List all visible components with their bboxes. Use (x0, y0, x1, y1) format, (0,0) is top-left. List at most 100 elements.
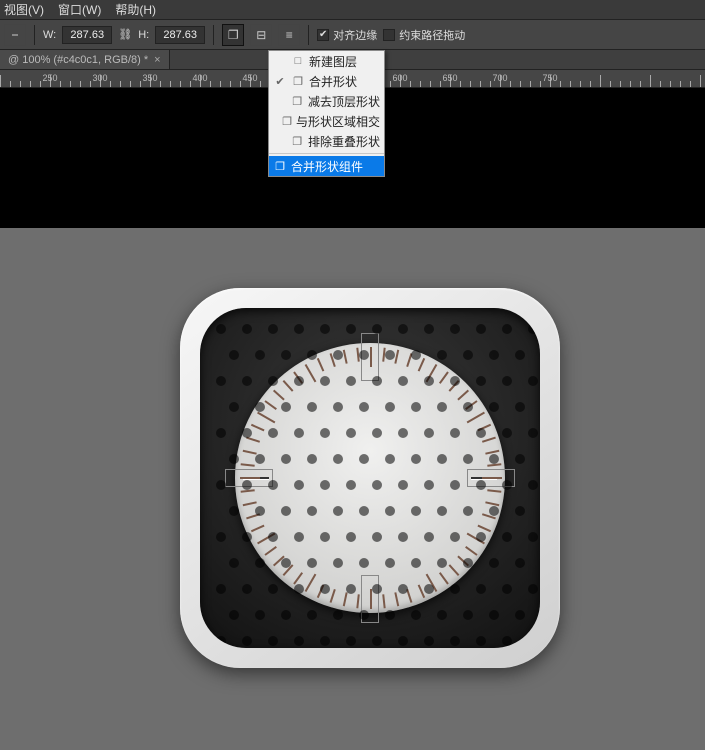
grille-hole (489, 610, 499, 620)
grille-hole (294, 324, 304, 334)
shape-icon: ❐ (290, 135, 303, 148)
grille-hole (502, 324, 512, 334)
shape-icon: ❐ (291, 75, 305, 88)
grille-hole (255, 610, 265, 620)
grille-hole (320, 376, 330, 386)
grille-hole (307, 558, 317, 568)
minute-tick (243, 450, 257, 455)
ruler-label: 600 (392, 73, 407, 83)
menu-help[interactable]: 帮助(H) (115, 1, 156, 18)
clock-icon-grille (200, 308, 540, 648)
menu-item[interactable]: ❐减去顶层形状 (269, 91, 384, 111)
width-input[interactable] (62, 26, 112, 44)
minute-tick (467, 412, 485, 424)
grille-hole (320, 584, 330, 594)
grille-hole (333, 506, 343, 516)
grille-hole (216, 532, 226, 542)
minute-tick (273, 390, 285, 401)
grille-hole (372, 324, 382, 334)
grille-hole (450, 532, 460, 542)
path-ops-button[interactable]: ❐ (222, 24, 244, 46)
grille-hole (281, 350, 291, 360)
grille-hole (268, 532, 278, 542)
grille-hole (268, 636, 278, 646)
grille-hole (398, 480, 408, 490)
minute-tick (317, 358, 325, 372)
grille-hole (476, 428, 486, 438)
menu-item-highlighted[interactable]: ❐合并形状组件 (269, 156, 384, 176)
grille-hole (476, 532, 486, 542)
grille-hole (515, 506, 525, 516)
grille-hole (450, 480, 460, 490)
link-icon[interactable]: ⛓ (118, 28, 132, 41)
minute-tick (343, 350, 348, 364)
grille-hole (502, 584, 512, 594)
grille-hole (489, 558, 499, 568)
grille-hole (476, 324, 486, 334)
grille-hole (515, 558, 525, 568)
check-icon: ✔ (317, 29, 329, 41)
grille-hole (411, 558, 421, 568)
grille-hole (502, 376, 512, 386)
grille-hole (437, 402, 447, 412)
grille-hole (307, 506, 317, 516)
grille-hole (515, 454, 525, 464)
align-edges-checkbox[interactable]: ✔ 对齐边缘 (317, 27, 377, 43)
grille-hole (515, 402, 525, 412)
close-icon[interactable]: × (154, 54, 160, 66)
grille-hole (320, 324, 330, 334)
minute-tick (394, 350, 399, 364)
menu-item[interactable]: ❐与形状区域相交 (269, 111, 384, 131)
menu-item[interactable]: ❐ 排除重叠形状 (269, 131, 384, 151)
grille-hole (294, 376, 304, 386)
document-tab[interactable]: @ 100% (#c4c0c1, RGB/8) * × (0, 50, 170, 69)
constrain-checkbox[interactable]: 约束路径拖动 (383, 27, 465, 43)
path-align-button[interactable]: ⊟ (250, 24, 272, 46)
grille-hole (450, 428, 460, 438)
grille-hole (398, 376, 408, 386)
grille-hole (268, 376, 278, 386)
grille-hole (359, 402, 369, 412)
grille-hole (502, 532, 512, 542)
grille-hole (268, 584, 278, 594)
grille-hole (372, 636, 382, 646)
grille-hole (359, 558, 369, 568)
menu-view[interactable]: 视图(V) (4, 1, 44, 18)
grille-hole (463, 350, 473, 360)
menu-item[interactable]: □新建图层 (269, 51, 384, 71)
grille-hole (242, 324, 252, 334)
menu-item[interactable]: ✔❐合并形状 (269, 71, 384, 91)
grille-hole (359, 506, 369, 516)
menu-item-label: 合并形状组件 (291, 158, 363, 175)
grille-hole (229, 506, 239, 516)
grille-hole (372, 428, 382, 438)
grille-hole (398, 324, 408, 334)
minute-tick (241, 463, 255, 466)
grille-hole (411, 506, 421, 516)
grille-hole (463, 558, 473, 568)
menu-window[interactable]: 窗口(W) (58, 1, 101, 18)
grille-hole (437, 350, 447, 360)
minute-tick (356, 594, 359, 608)
height-input[interactable] (155, 26, 205, 44)
grille-hole (307, 402, 317, 412)
grille-hole (229, 350, 239, 360)
grille-hole (216, 428, 226, 438)
menu-item-label: 排除重叠形状 (308, 133, 380, 150)
grille-hole (333, 610, 343, 620)
minute-tick (394, 592, 399, 606)
shape-icon: ❐ (290, 95, 303, 108)
path-arrange-button[interactable]: ≡ (278, 24, 300, 46)
grille-hole (346, 376, 356, 386)
shape-icon: ❐ (282, 115, 292, 128)
toolbar-leading-icon[interactable]: ⎯ (4, 24, 26, 46)
grille-hole (411, 610, 421, 620)
grille-hole (450, 324, 460, 334)
ruler-label: 700 (492, 73, 507, 83)
minute-tick (243, 501, 257, 506)
grille-hole (463, 402, 473, 412)
grille-hole (346, 324, 356, 334)
minute-tick (487, 489, 501, 492)
canvas-grey-region (0, 228, 705, 750)
grille-hole (385, 610, 395, 620)
